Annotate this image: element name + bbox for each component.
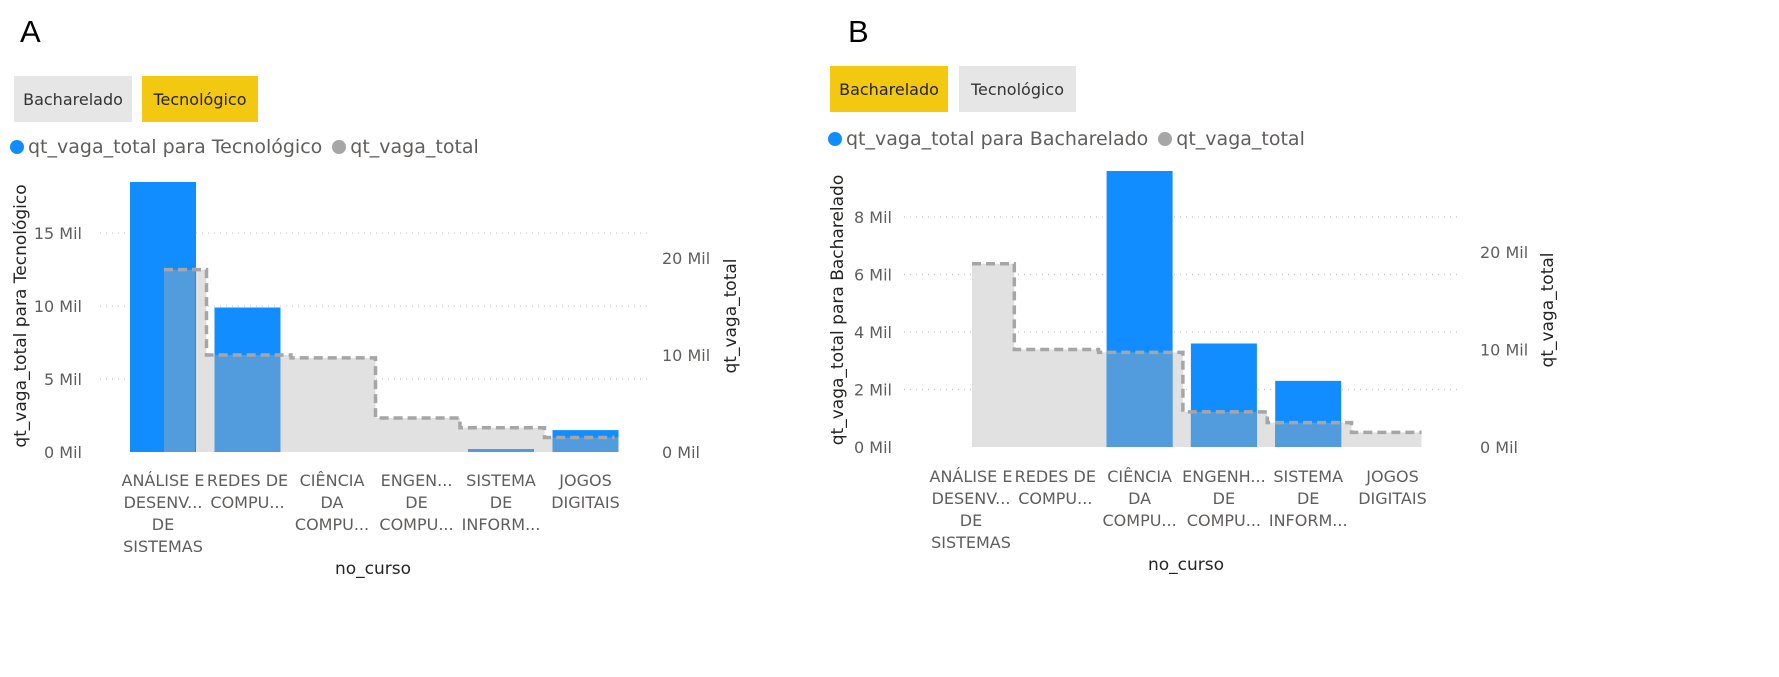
- y-tick-label: 2 Mil: [854, 381, 892, 400]
- x-tick-label: DA: [1128, 489, 1151, 508]
- x-tick-label: DESENV...: [932, 489, 1011, 508]
- y2-tick-label: 0 Mil: [1480, 438, 1518, 457]
- y2-tick-label: 20 Mil: [1480, 243, 1528, 262]
- bar-overlap: [1106, 352, 1173, 447]
- x-tick-label: DIGITAIS: [1358, 489, 1427, 508]
- x-tick-label: COMPU...: [1018, 489, 1092, 508]
- x-tick-label: ANÁLISE E: [930, 467, 1013, 486]
- x-tick-label: JOGOS: [1365, 467, 1418, 486]
- x-tick-label: ENGENH...: [1182, 467, 1266, 486]
- bar-overlap: [1275, 422, 1342, 447]
- y-tick-label: 6 Mil: [854, 266, 892, 285]
- x-tick-label: COMPU...: [1187, 511, 1261, 530]
- combo-chart-b: 0 Mil 2 Mil 4 Mil 6 Mil 8 Mil 0 Mil 10 Mil 20 M…: [828, 171, 1558, 575]
- y-tick-label: 0 Mil: [854, 438, 892, 457]
- bar-overlap: [1190, 411, 1257, 447]
- y-axis-title: qt_vaga_total para Bacharelado: [828, 175, 848, 445]
- x-tick-label: REDES DE: [1015, 467, 1096, 486]
- chart-panel-b: B Bacharelado Tecnológico qt_vaga_total …: [828, 0, 1779, 677]
- x-tick-label: SISTEMAS: [931, 533, 1011, 552]
- x-tick-label: SISTEMA: [1273, 467, 1343, 486]
- x-tick-label: INFORM...: [1269, 511, 1348, 530]
- x-tick-label: CIÊNCIA: [1107, 467, 1172, 486]
- y-tick-label: 8 Mil: [854, 208, 892, 227]
- y-tick-label: 4 Mil: [854, 323, 892, 342]
- x-tick-label: DE: [1213, 489, 1235, 508]
- y2-tick-label: 10 Mil: [1480, 341, 1528, 360]
- x-tick-label: DE: [1297, 489, 1319, 508]
- x-tick-label: COMPU...: [1103, 511, 1177, 530]
- x-axis-title: no_curso: [1148, 555, 1224, 575]
- y2-axis-title: qt_vaga_total: [1538, 252, 1558, 367]
- x-tick-label: DE: [960, 511, 982, 530]
